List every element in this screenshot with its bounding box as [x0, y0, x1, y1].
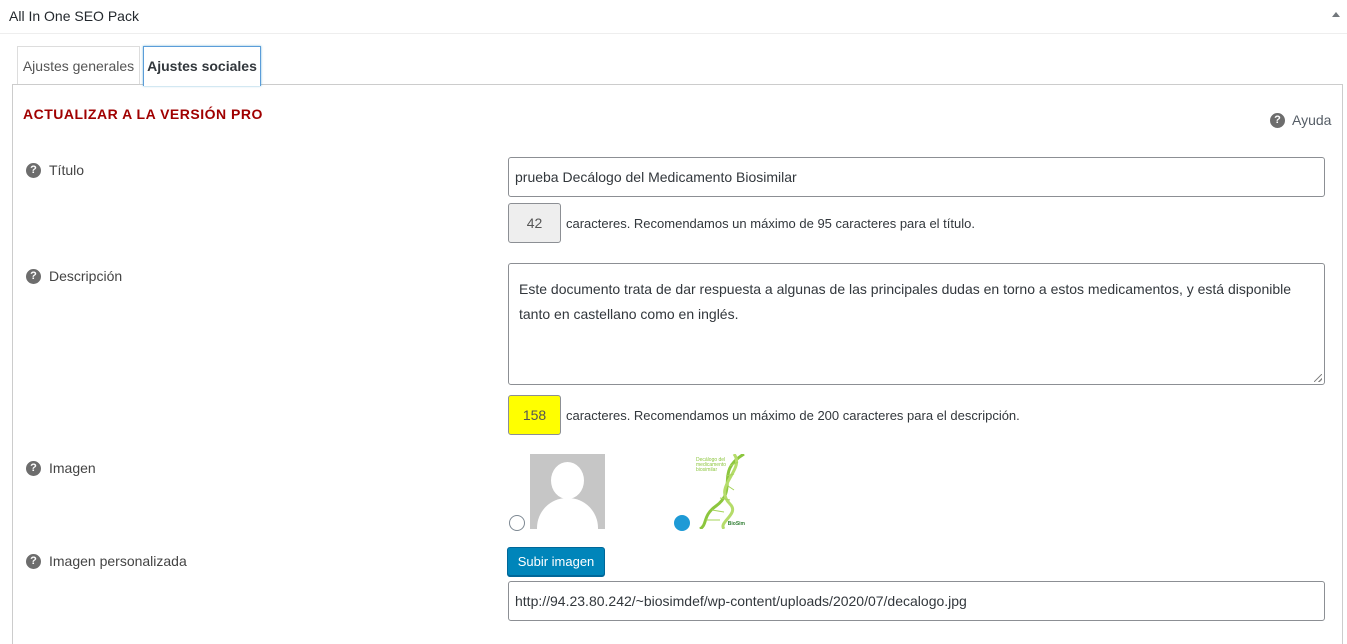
avatar-body-shape: [537, 498, 598, 529]
upgrade-pro-link[interactable]: ACTUALIZAR A LA VERSIÓN PRO: [23, 106, 263, 122]
title-label-row: ? Título: [26, 162, 84, 178]
title-char-counter: 42: [508, 203, 561, 243]
image-label-row: ? Imagen: [26, 460, 96, 476]
description-text: Este documento trata de dar respuesta a …: [519, 281, 1292, 322]
image-option-cover-radio[interactable]: [674, 515, 690, 531]
description-char-counter: 158: [508, 395, 561, 435]
description-help-icon[interactable]: ?: [26, 268, 41, 284]
description-label: Descripción: [49, 268, 123, 284]
cover-brand-logo: BioSim: [727, 521, 745, 527]
image-label: Imagen: [49, 460, 96, 476]
avatar-head-shape: [551, 462, 584, 499]
document-cover-thumbnail[interactable]: Decálogo del medicamento biosimilar BioS…: [694, 454, 747, 529]
help-icon: ?: [1270, 112, 1285, 128]
custom-image-label-row: ? Imagen personalizada: [26, 553, 187, 569]
default-avatar-image[interactable]: [530, 454, 605, 529]
custom-image-url-input[interactable]: http://94.23.80.242/~biosimdef/wp-conten…: [508, 581, 1325, 621]
collapse-toggle-icon[interactable]: [1332, 12, 1340, 17]
tab-general-settings[interactable]: Ajustes generales: [17, 46, 140, 85]
tab-social-settings[interactable]: Ajustes sociales: [143, 46, 261, 86]
description-label-row: ? Descripción: [26, 268, 122, 284]
metabox-title: All In One SEO Pack: [9, 8, 139, 24]
resize-handle-icon[interactable]: [1314, 374, 1322, 382]
metabox-header[interactable]: All In One SEO Pack: [0, 0, 1347, 34]
image-help-icon[interactable]: ?: [26, 460, 41, 476]
description-textarea[interactable]: Este documento trata de dar respuesta a …: [508, 263, 1325, 385]
title-input[interactable]: prueba Decálogo del Medicamento Biosimil…: [508, 157, 1325, 197]
custom-image-help-icon[interactable]: ?: [26, 553, 41, 569]
description-char-note: caracteres. Recomendamos un máximo de 20…: [566, 408, 1020, 423]
custom-image-label: Imagen personalizada: [49, 553, 187, 569]
help-link[interactable]: ? Ayuda: [1270, 112, 1331, 128]
image-option-default-radio[interactable]: [509, 515, 525, 531]
title-label: Título: [49, 162, 85, 178]
help-label: Ayuda: [1292, 112, 1332, 128]
upload-image-button[interactable]: Subir imagen: [507, 547, 605, 576]
cover-caption: Decálogo del medicamento biosimilar: [696, 457, 727, 473]
title-help-icon[interactable]: ?: [26, 162, 41, 178]
title-char-note: caracteres. Recomendamos un máximo de 95…: [566, 216, 975, 231]
